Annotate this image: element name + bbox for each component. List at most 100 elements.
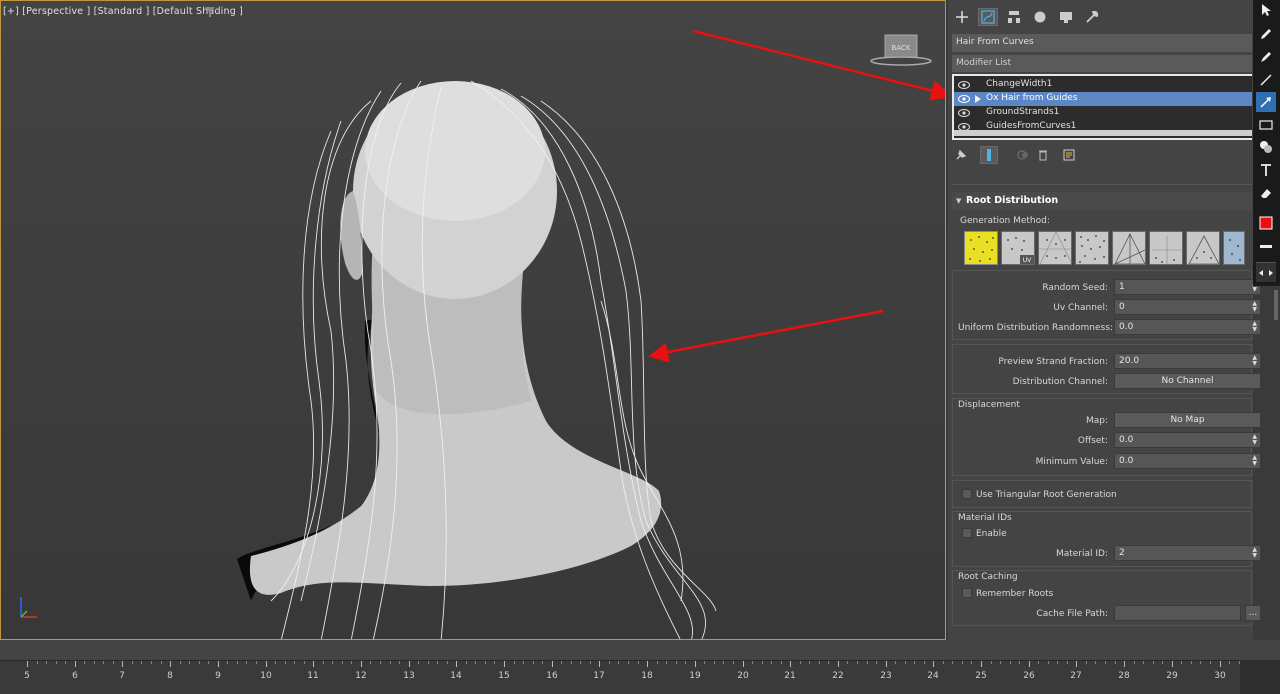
timeline-frame-number: 27 [1070,671,1082,681]
material-id-spinner[interactable]: 2 ▲ ▼ [1114,545,1261,561]
offset-spinner[interactable]: 0.0 ▲ ▼ [1114,432,1261,448]
timeline-minor-tick [1010,661,1011,664]
stack-item-groundstrands1[interactable]: GroundStrands1 [954,106,1252,120]
spinner-arrows-icon[interactable]: ▲▼ [1252,547,1257,559]
timeline-minor-tick [905,661,906,664]
panel-divider[interactable] [952,184,1252,187]
pin-stack-button[interactable] [952,146,970,164]
root-distribution-rollout-header[interactable]: ▼ Root Distribution [952,192,1252,210]
timeline-minor-tick [475,661,476,664]
stack-item-ox-hair-from-guides[interactable]: Ox Hair from Guides [954,92,1252,106]
motion-tab[interactable] [1030,8,1050,26]
gen-method-uniform-button[interactable] [1038,231,1072,265]
spinner-arrows-icon[interactable]: ▲▼ [1252,434,1257,446]
timeline-frame-number: 9 [215,671,221,681]
root-caching-title: Root Caching [958,572,1018,582]
preview-fraction-label: Preview Strand Fraction: [998,357,1108,367]
timeline-minor-tick [857,661,858,664]
cache-path-field[interactable] [1114,605,1241,621]
eraser-tool-button[interactable] [1256,183,1276,203]
expand-arrows-icon [1259,269,1273,276]
display-tab[interactable] [1056,8,1076,26]
rectangle-tool-button[interactable] [1256,115,1276,135]
timeline-tick [313,661,314,667]
arrow-tool-button[interactable] [1256,92,1276,112]
viewcube-icon[interactable]: BACK [869,33,933,67]
timeline-minor-tick [390,661,391,664]
eye-icon[interactable] [958,108,970,118]
counter-tool-button[interactable] [1256,137,1276,157]
gen-method-random-button[interactable] [964,231,998,265]
line-tool-button[interactable] [1256,70,1276,90]
timeline-minor-tick [323,661,324,664]
vertex-distribution-icon [1079,235,1105,263]
scrollbar-thumb[interactable] [1274,290,1278,320]
uv-channel-spinner[interactable]: 0 ▲ ▼ [1114,299,1261,315]
make-unique-button[interactable] [1014,146,1032,164]
command-panel-scrollbar[interactable] [1273,286,1279,640]
triangular-checkbox[interactable] [962,489,972,499]
remove-modifier-button[interactable] [1034,146,1052,164]
timeline-minor-tick [609,661,610,664]
hierarchy-tab[interactable] [1004,8,1024,26]
spinner-arrows-icon[interactable]: ▲▼ [1252,355,1257,367]
color-picker-button[interactable] [1256,213,1276,233]
gen-method-per-vertex-button[interactable] [1075,231,1109,265]
eye-icon[interactable] [958,94,970,104]
eye-icon[interactable] [958,80,970,90]
filter-icon[interactable] [205,7,215,17]
triangular-label: Use Triangular Root Generation [976,490,1117,500]
modify-tab[interactable] [978,8,998,26]
gen-method-more-button[interactable] [1223,231,1245,265]
timeline-minor-tick [227,661,228,664]
perspective-viewport[interactable]: [+] [Perspective ] [Standard ] [Default … [0,0,946,640]
stack-item-changewidth1[interactable]: ChangeWidth1 [954,78,1252,92]
text-tool-button[interactable] [1256,160,1276,180]
timeline-minor-tick [1095,661,1096,664]
enable-checkbox[interactable] [962,528,972,538]
browse-cache-button[interactable]: ... [1245,605,1261,621]
line-width-button[interactable] [1256,236,1276,256]
select-tool-button[interactable] [1256,0,1276,20]
timeline-minor-tick [590,661,591,664]
expand-arrow-icon[interactable] [974,94,982,104]
gen-method-uv-button[interactable]: UV [1001,231,1035,265]
spinner-arrows-icon[interactable]: ▲▼ [1252,301,1257,313]
timeline-frame-number: 24 [927,671,939,681]
timeline-frame-number: 21 [784,671,796,681]
show-end-result-icon [987,149,991,161]
modifier-list-dropdown[interactable]: Modifier List [952,55,1252,72]
display-icon [1060,12,1072,23]
timeline-tick [743,661,744,667]
show-end-result-button[interactable] [980,146,998,164]
uniform-randomness-spinner[interactable]: 0.0 ▲ ▼ [1114,319,1261,335]
remember-roots-checkbox[interactable] [962,588,972,598]
timeline-tick [409,661,410,667]
preview-fraction-spinner[interactable]: 20.0 ▲ ▼ [1114,353,1261,369]
gen-method-edge-button[interactable] [1149,231,1183,265]
timeline-ruler[interactable]: 5 6 7 8 9 10 11 12 13 14 15 16 17 18 19 20 21 22 23 24 25 26 2… [0,660,1259,694]
utilities-tab[interactable] [1082,8,1102,26]
expand-toolbar-button[interactable] [1256,262,1276,282]
timeline-frame-number: 14 [450,671,462,681]
configure-sets-button[interactable] [1060,146,1078,164]
random-seed-spinner[interactable]: 1 ▲▼ [1114,279,1261,295]
distribution-channel-button[interactable]: No Channel [1114,373,1261,389]
line-width-icon [1260,245,1272,248]
timeline-minor-tick [256,661,257,664]
gen-method-triangle-button[interactable] [1186,231,1220,265]
pencil-tool-button[interactable] [1256,24,1276,44]
marker-tool-button[interactable] [1256,47,1276,67]
minimum-value-spinner[interactable]: 0.0 ▲ ▼ [1114,453,1261,469]
map-button[interactable]: No Map [1114,412,1261,428]
command-panel: Hair From Curves Modifier List ChangeWid… [948,0,1261,640]
timeline-frame-number: 30 [1214,671,1226,681]
gen-method-face-center-button[interactable] [1112,231,1146,265]
spinner-arrows-icon[interactable]: ▲▼ [1252,455,1257,467]
create-tab[interactable] [952,8,972,26]
timeline-minor-tick [485,661,486,664]
object-name-field[interactable]: Hair From Curves [952,34,1252,52]
spinner-arrows-icon[interactable]: ▲▼ [1252,321,1257,333]
timeline-minor-tick [924,661,925,664]
stack-scroll-strip[interactable] [954,130,1252,136]
